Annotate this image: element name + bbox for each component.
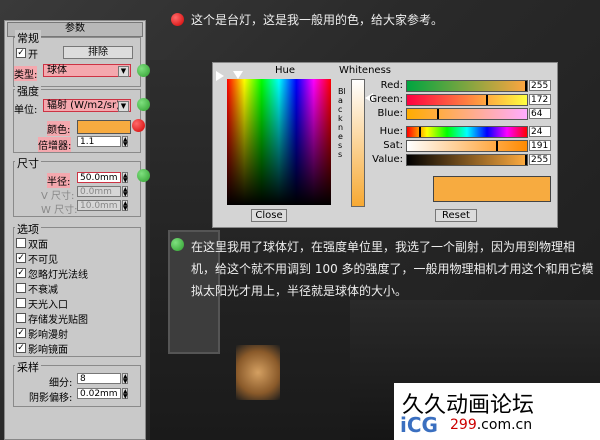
sampling-title: 采样 (15, 359, 41, 375)
callout-dot-type (137, 64, 150, 77)
callout-dot-color (132, 119, 145, 132)
shadow-bias-input[interactable]: 0.02mm (77, 388, 121, 399)
option-label: 双面 (28, 240, 48, 251)
option-checkbox[interactable]: ✓ (16, 328, 26, 338)
green-input[interactable]: 172 (529, 94, 551, 105)
subdivs-label: 细分: (49, 378, 73, 389)
hue-title: Hue (275, 65, 296, 76)
intensity-title: 强度 (15, 83, 41, 99)
hue-marker[interactable] (418, 127, 421, 137)
option-label: 不衰减 (28, 285, 58, 296)
hue-slider[interactable] (406, 126, 528, 138)
callout-dot-radius (137, 169, 150, 182)
color-swatch[interactable] (77, 120, 131, 134)
option-checkbox[interactable]: ✓ (16, 253, 26, 263)
multiplier-label: 倍增器: (38, 137, 72, 152)
type-dropdown[interactable]: 球体 ▼ (43, 64, 131, 77)
close-button[interactable]: Close (251, 209, 287, 222)
callout-dot-bottom-note (171, 238, 184, 251)
chevron-down-icon[interactable]: ▼ (118, 101, 129, 112)
hue-input[interactable]: 24 (529, 126, 551, 137)
value-label: Value: (372, 154, 403, 165)
wsize-spinner[interactable]: ▲ ▼ (122, 200, 128, 212)
option-checkbox[interactable] (16, 298, 26, 308)
option-label: 天光入口 (28, 300, 68, 311)
callout-dot-top-note (171, 13, 184, 26)
value-marker[interactable] (525, 155, 527, 165)
radius-input[interactable]: 50.0mm (77, 172, 121, 183)
lamp-glow (236, 345, 280, 400)
reset-button[interactable]: Reset (435, 209, 477, 222)
blue-marker[interactable] (436, 109, 439, 119)
logo-url: 299.com.cn (450, 417, 533, 433)
bottom-note: 在这里我用了球体灯，在强度单位里，我选了一个副射，因为用到物理相机，给这个就不用… (191, 240, 594, 298)
size-title: 尺寸 (15, 155, 41, 171)
sat-slider[interactable] (406, 140, 528, 152)
option-checkbox[interactable]: ✓ (16, 268, 26, 278)
general-title: 常规 (15, 30, 41, 46)
option-checkbox[interactable] (16, 283, 26, 293)
sat-label: Sat: (383, 140, 403, 151)
blue-slider[interactable] (406, 108, 528, 120)
blue-label: Blue: (377, 108, 404, 119)
radius-label: 半径: (47, 173, 71, 188)
type-label: 类型: (14, 66, 38, 81)
green-marker[interactable] (486, 95, 489, 105)
chevron-down-icon[interactable]: ▼ (118, 66, 129, 77)
light-parameters-panel: 参数 常规 ✓ 开 排除 类型: 球体 ▼ 强度 单位: 辐射 (W/m2/sr)… (4, 20, 146, 440)
hue-label: Hue: (379, 126, 403, 137)
option-label: 忽略灯光法线 (28, 270, 88, 281)
multiplier-input[interactable]: 1.1 (77, 136, 121, 147)
value-slider[interactable] (406, 154, 528, 166)
subdivs-input[interactable]: 8 (77, 373, 121, 384)
shadow-bias-label: 阴影偏移: (29, 393, 73, 404)
wsize-input[interactable]: 10.0mm (77, 200, 121, 211)
multiplier-spinner[interactable]: ▲ ▼ (122, 136, 128, 148)
option-checkbox[interactable]: ✓ (16, 343, 26, 353)
blackness-marker-icon[interactable] (216, 71, 224, 81)
color-label: 颜色: (47, 121, 71, 136)
blackness-label: Blackness (338, 87, 346, 159)
top-note: 这个是台灯，这是我一般用的色，给大家参考。 (191, 13, 444, 27)
option-label: 不可见 (28, 255, 58, 266)
shadow-bias-spinner[interactable]: ▲ ▼ (122, 388, 128, 400)
sat-input[interactable]: 191 (529, 140, 551, 151)
blue-input[interactable]: 64 (529, 108, 551, 119)
wsize-label: W 尺寸: (41, 205, 78, 216)
on-checkbox[interactable]: ✓ (16, 48, 26, 58)
option-label: 影响镜面 (28, 345, 68, 356)
site-logo: 久久动画论坛 iCG 299.com.cn (394, 383, 600, 440)
whiteness-title: Whiteness (339, 65, 391, 76)
red-input[interactable]: 255 (529, 80, 551, 91)
callout-dot-unit (137, 98, 150, 111)
option-checkbox[interactable] (16, 238, 26, 248)
red-marker[interactable] (525, 81, 527, 91)
logo-mark: iCG (400, 413, 438, 437)
radius-spinner[interactable]: ▲ ▼ (122, 172, 128, 184)
color-preview-swatch (433, 176, 551, 202)
green-label: Green: (369, 94, 403, 105)
hue-marker-icon[interactable] (233, 71, 243, 79)
vsize-spinner[interactable]: ▲ ▼ (122, 186, 128, 198)
hue-blackness-spectrum[interactable] (227, 79, 331, 205)
option-label: 存储发光贴图 (28, 315, 88, 326)
unit-label: 单位: (14, 105, 38, 116)
color-selector-dialog: Hue Whiteness Blackness Red: 255 Green: … (212, 62, 558, 228)
exclude-button[interactable]: 排除 (63, 46, 133, 59)
sat-marker[interactable] (495, 141, 498, 151)
option-checkbox[interactable] (16, 313, 26, 323)
red-label: Red: (380, 80, 403, 91)
red-slider[interactable] (406, 80, 528, 92)
options-title: 选项 (15, 221, 41, 237)
green-slider[interactable] (406, 94, 528, 106)
value-input[interactable]: 255 (529, 154, 551, 165)
option-label: 影响漫射 (28, 330, 68, 341)
subdivs-spinner[interactable]: ▲ ▼ (122, 373, 128, 385)
vsize-input[interactable]: 0.0mm (77, 186, 121, 197)
unit-dropdown[interactable]: 辐射 (W/m2/sr) ▼ (43, 99, 131, 112)
vsize-label: V 尺寸: (41, 191, 75, 202)
on-label: 开 (28, 50, 38, 61)
whiteness-slider[interactable] (351, 79, 365, 207)
